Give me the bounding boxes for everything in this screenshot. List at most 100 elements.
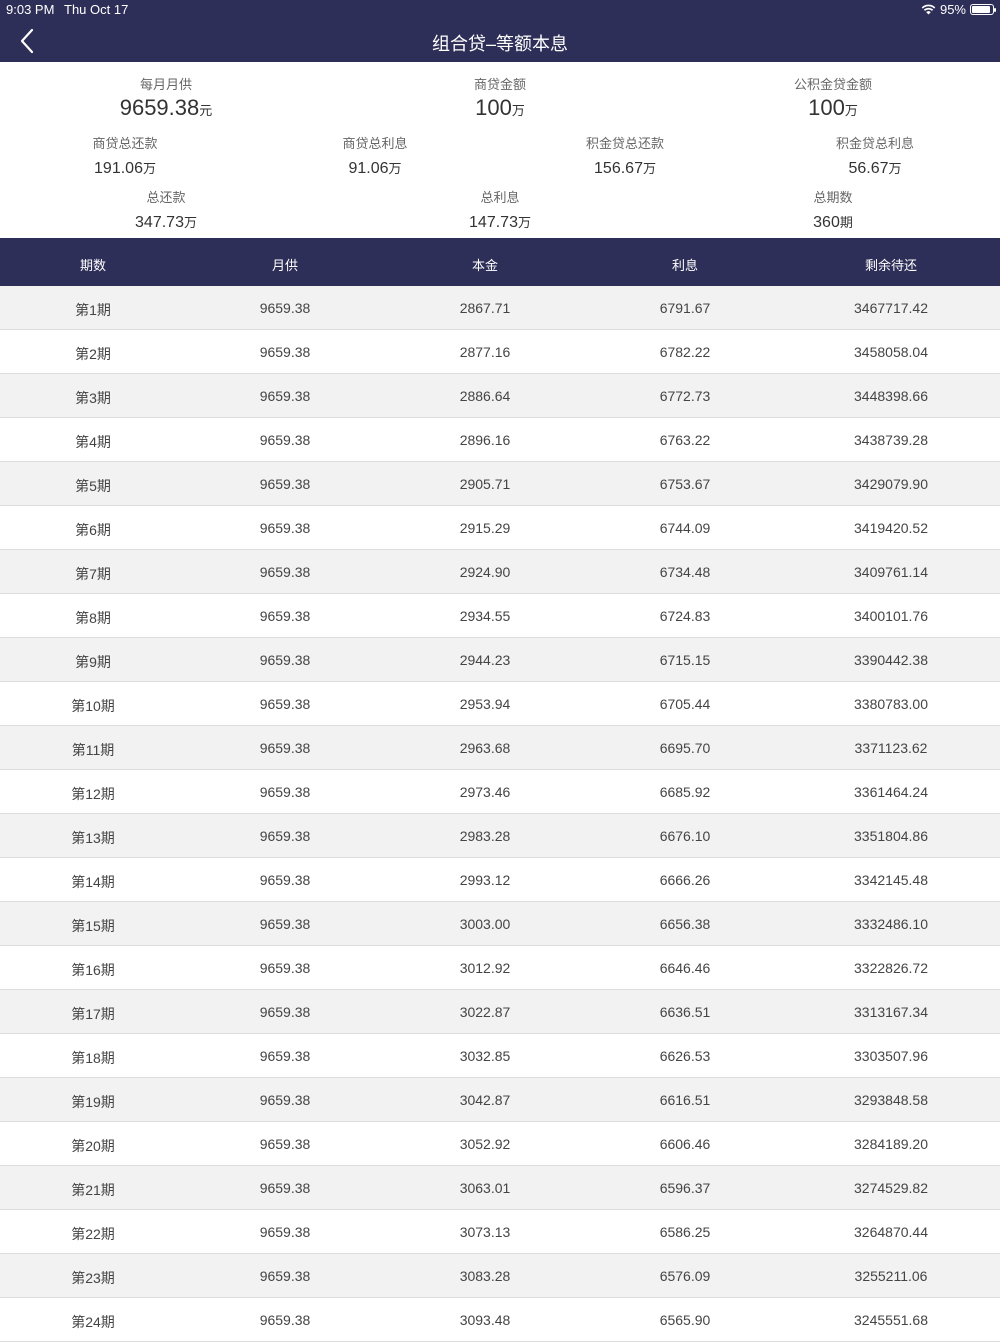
summary-total-periods: 总期数 360期 — [813, 187, 853, 232]
cell-remaining: 3438739.28 — [854, 432, 928, 448]
summary-label: 积金贷总利息 — [835, 136, 915, 151]
cell-remaining: 3467717.42 — [854, 300, 928, 316]
table-row: 第1期 9659.38 2867.71 6791.67 3467717.42 — [0, 286, 1000, 330]
table-row: 第13期 9659.38 2983.28 6676.10 3351804.86 — [0, 814, 1000, 858]
summary-fund-total-interest: 积金贷总利息 56.67万 — [836, 133, 914, 178]
summary-commercial-total-interest: 商贷总利息 91.06万 — [342, 133, 407, 178]
cell-monthly-payment: 9659.38 — [259, 344, 311, 360]
cell-interest: 6763.22 — [659, 432, 711, 448]
cell-remaining: 3313167.34 — [854, 1004, 928, 1020]
cell-principal: 2993.12 — [459, 872, 511, 888]
cell-period: 第19期 — [71, 1094, 115, 1110]
cell-principal: 3042.87 — [459, 1092, 511, 1108]
status-time: 9:03 PM — [6, 2, 55, 17]
cell-interest: 6565.90 — [659, 1312, 711, 1328]
cell-monthly-payment: 9659.38 — [259, 652, 311, 668]
cell-remaining: 3293848.58 — [854, 1092, 928, 1108]
cell-interest: 6606.46 — [659, 1136, 711, 1152]
table-row: 第11期 9659.38 2963.68 6695.70 3371123.62 — [0, 726, 1000, 770]
cell-period: 第15期 — [71, 918, 115, 934]
cell-period: 第13期 — [71, 830, 115, 846]
cell-interest: 6724.83 — [659, 608, 711, 624]
cell-interest: 6586.25 — [659, 1224, 711, 1240]
cell-interest: 6744.09 — [659, 520, 711, 536]
summary-value: 147.73万 — [469, 214, 531, 231]
cell-interest: 6626.53 — [659, 1048, 711, 1064]
cell-interest: 6616.51 — [659, 1092, 711, 1108]
cell-monthly-payment: 9659.38 — [259, 960, 311, 976]
cell-principal: 3022.87 — [459, 1004, 511, 1020]
summary-value: 360期 — [813, 214, 853, 231]
summary-commercial-total-repay: 商贷总还款 191.06万 — [92, 133, 157, 178]
cell-remaining: 3400101.76 — [854, 608, 928, 624]
cell-remaining: 3458058.04 — [854, 344, 928, 360]
summary-label: 商贷总利息 — [342, 136, 408, 151]
cell-principal: 2877.16 — [459, 344, 511, 360]
table-header: 期数 月供 本金 利息 剩余待还 — [0, 238, 1000, 286]
cell-remaining: 3371123.62 — [854, 740, 928, 756]
cell-interest: 6685.92 — [659, 784, 711, 800]
cell-remaining: 3419420.52 — [854, 520, 928, 536]
table-row: 第14期 9659.38 2993.12 6666.26 3342145.48 — [0, 858, 1000, 902]
cell-principal: 2983.28 — [459, 828, 511, 844]
cell-period: 第18期 — [71, 1050, 115, 1066]
table-row: 第3期 9659.38 2886.64 6772.73 3448398.66 — [0, 374, 1000, 418]
cell-period: 第24期 — [71, 1314, 115, 1330]
cell-period: 第22期 — [71, 1226, 115, 1242]
table-row: 第6期 9659.38 2915.29 6744.09 3419420.52 — [0, 506, 1000, 550]
table-row: 第20期 9659.38 3052.92 6606.46 3284189.20 — [0, 1122, 1000, 1166]
status-date: Thu Oct 17 — [64, 2, 129, 17]
schedule-table[interactable]: 第1期 9659.38 2867.71 6791.67 3467717.42 第2期 965… — [0, 286, 1000, 1342]
cell-interest: 6656.38 — [659, 916, 711, 932]
summary-monthly-payment: 每月月供 9659.38元 — [120, 74, 213, 121]
summary-value: 100万 — [475, 95, 525, 120]
cell-interest: 6646.46 — [659, 960, 711, 976]
cell-principal: 3003.00 — [459, 916, 511, 932]
cell-remaining: 3322826.72 — [854, 960, 928, 976]
cell-period: 第3期 — [75, 390, 111, 406]
cell-remaining: 3429079.90 — [854, 476, 928, 492]
cell-monthly-payment: 9659.38 — [259, 520, 311, 536]
summary-label: 公积金贷金额 — [793, 77, 873, 92]
table-row: 第21期 9659.38 3063.01 6596.37 3274529.82 — [0, 1166, 1000, 1210]
cell-principal: 3012.92 — [459, 960, 511, 976]
cell-interest: 6753.67 — [659, 476, 711, 492]
cell-interest: 6636.51 — [659, 1004, 711, 1020]
summary-total-repay: 总还款 347.73万 — [135, 187, 197, 232]
table-row: 第2期 9659.38 2877.16 6782.22 3458058.04 — [0, 330, 1000, 374]
cell-remaining: 3332486.10 — [854, 916, 928, 932]
cell-interest: 6734.48 — [659, 564, 711, 580]
status-bar: 9:03 PM Thu Oct 17 95% — [0, 0, 1000, 20]
cell-principal: 2963.68 — [459, 740, 511, 756]
table-row: 第12期 9659.38 2973.46 6685.92 3361464.24 — [0, 770, 1000, 814]
header-remaining: 剩余待还 — [864, 258, 918, 273]
cell-period: 第4期 — [75, 434, 111, 450]
cell-remaining: 3351804.86 — [854, 828, 928, 844]
cell-interest: 6715.15 — [659, 652, 711, 668]
cell-remaining: 3342145.48 — [854, 872, 928, 888]
cell-remaining: 3284189.20 — [854, 1136, 928, 1152]
cell-principal: 2886.64 — [459, 388, 511, 404]
cell-remaining: 3255211.06 — [854, 1268, 928, 1284]
cell-period: 第20期 — [71, 1138, 115, 1154]
summary-value: 9659.38元 — [119, 95, 213, 120]
cell-principal: 3093.48 — [459, 1312, 511, 1328]
table-row: 第23期 9659.38 3083.28 6576.09 3255211.06 — [0, 1254, 1000, 1298]
cell-remaining: 3274529.82 — [854, 1180, 928, 1196]
cell-period: 第1期 — [75, 302, 111, 318]
cell-monthly-payment: 9659.38 — [259, 1312, 311, 1328]
cell-monthly-payment: 9659.38 — [259, 1268, 311, 1284]
summary-fund-amount: 公积金贷金额 100万 — [794, 74, 872, 121]
cell-remaining: 3380783.00 — [854, 696, 928, 712]
cell-monthly-payment: 9659.38 — [259, 828, 311, 844]
cell-remaining: 3264870.44 — [854, 1224, 928, 1240]
summary-label: 每月月供 — [139, 77, 193, 92]
summary-label: 商贷总还款 — [92, 136, 158, 151]
cell-monthly-payment: 9659.38 — [259, 1136, 311, 1152]
cell-interest: 6596.37 — [659, 1180, 711, 1196]
summary-label: 总还款 — [146, 190, 186, 205]
cell-monthly-payment: 9659.38 — [259, 740, 311, 756]
cell-monthly-payment: 9659.38 — [259, 432, 311, 448]
cell-period: 第8期 — [75, 610, 111, 626]
cell-monthly-payment: 9659.38 — [259, 388, 311, 404]
